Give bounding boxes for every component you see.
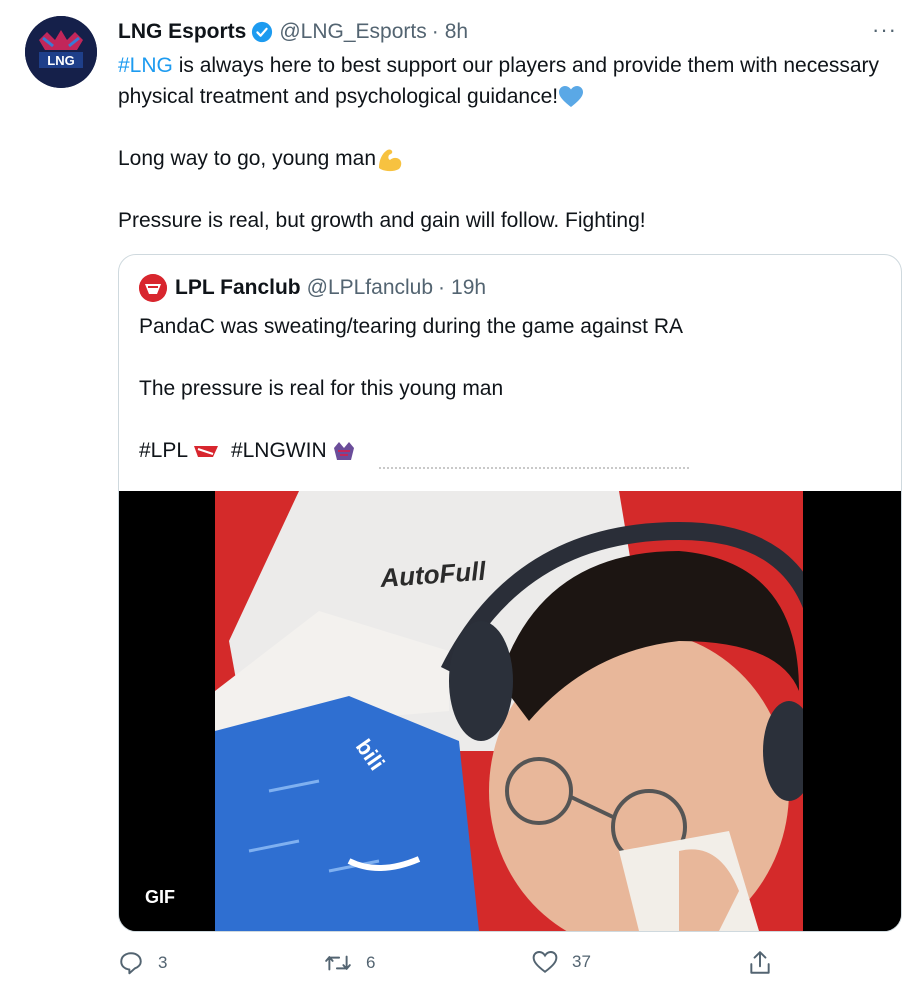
tweet-line-2-text: Long way to go, young man: [118, 147, 377, 170]
quoted-paragraph-1: PandaC was sweating/tearing during the g…: [139, 315, 683, 338]
reply-button[interactable]: 3: [118, 950, 167, 976]
author-avatar[interactable]: LNG: [25, 16, 97, 88]
hashtag-lng[interactable]: #LNG: [118, 54, 173, 77]
lng-logo-icon: LNG: [25, 16, 97, 88]
gif-media[interactable]: AutoFull bili GIF: [119, 491, 901, 931]
tweet-line-1-text: is always here to best support our playe…: [118, 54, 880, 108]
share-button[interactable]: [748, 950, 786, 976]
hashtag-lpl[interactable]: #LPL: [139, 439, 187, 462]
share-icon: [750, 951, 770, 974]
gif-badge: GIF: [145, 887, 175, 907]
quoted-author-name[interactable]: LPL Fanclub: [175, 276, 301, 300]
quoted-author-avatar[interactable]: [139, 274, 167, 302]
lng-emblem-icon: [334, 442, 355, 461]
gif-frame-image: AutoFull bili: [119, 491, 901, 931]
like-count: 37: [572, 952, 591, 971]
truncated-text-fade: [379, 467, 689, 473]
quoted-hashtags: #LPL #LNGWIN: [139, 435, 879, 466]
quoted-timestamp[interactable]: 19h: [451, 276, 486, 300]
retweet-count: 6: [366, 953, 376, 972]
reply-icon: [120, 952, 142, 975]
author-handle[interactable]: @LNG_Esports: [279, 20, 426, 44]
blue-heart-icon: [559, 86, 584, 108]
quoted-tweet-body: PandaC was sweating/tearing during the g…: [139, 311, 879, 466]
separator-dot: ·: [431, 20, 439, 43]
quoted-paragraph-2: The pressure is real for this young man: [139, 377, 504, 400]
quoted-tweet-header: LPL Fanclub @LPLfanclub · 19h: [139, 273, 486, 303]
tweet-paragraph-2: Long way to go, young man: [118, 143, 898, 174]
quoted-tweet[interactable]: LPL Fanclub @LPLfanclub · 19h PandaC was…: [118, 254, 902, 932]
lpl-flag-icon: [194, 446, 219, 458]
retweet-icon: [325, 955, 351, 971]
tweet-header: LNG Esports @LNG_Esports · 8h: [118, 18, 468, 46]
author-name[interactable]: LNG Esports: [118, 20, 246, 44]
hashtag-lngwin[interactable]: #LNGWIN: [231, 439, 327, 462]
svg-text:LNG: LNG: [47, 53, 74, 68]
quoted-author-handle[interactable]: @LPLfanclub: [307, 276, 433, 300]
like-heart-icon: [532, 951, 558, 973]
verified-badge-icon: [252, 21, 273, 43]
separator-dot: ·: [438, 276, 446, 299]
tweet-actions: 3 6 37: [118, 950, 778, 980]
more-options-icon[interactable]: ···: [872, 19, 897, 41]
like-button[interactable]: 37: [532, 950, 591, 974]
reply-count: 3: [158, 953, 168, 972]
tweet-timestamp[interactable]: 8h: [445, 20, 468, 44]
tweet-paragraph-1: #LNG is always here to best support our …: [118, 50, 898, 112]
tweet-paragraph-3: Pressure is real, but growth and gain wi…: [118, 209, 646, 232]
retweet-button[interactable]: 6: [324, 950, 375, 976]
flexed-biceps-icon: [379, 149, 402, 172]
lpl-logo-icon: [139, 274, 167, 302]
tweet-body: #LNG is always here to best support our …: [118, 50, 898, 236]
